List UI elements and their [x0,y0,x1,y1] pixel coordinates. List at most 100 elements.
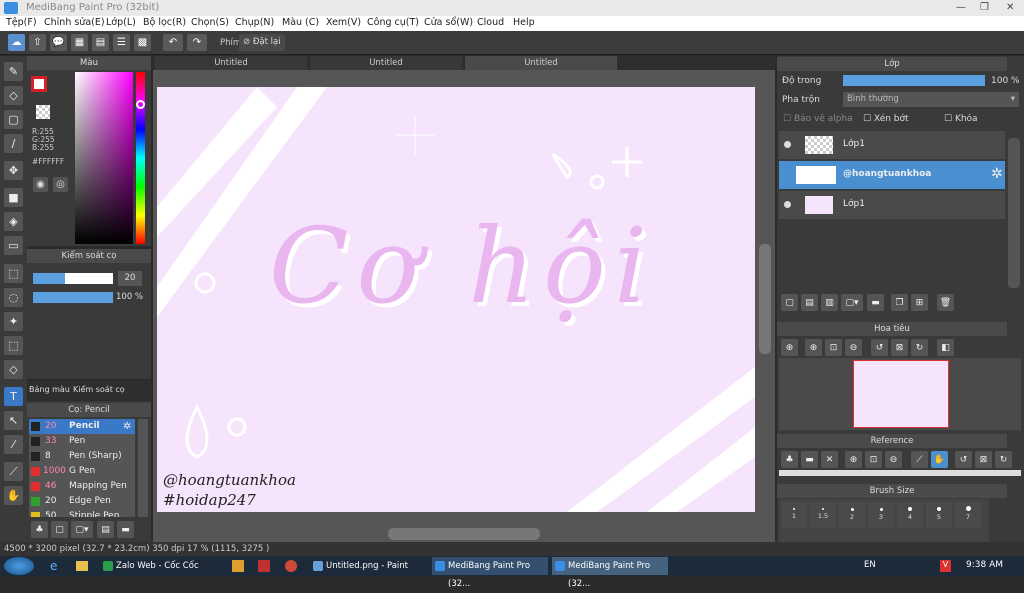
language-indicator[interactable]: EN [864,560,876,570]
reference-close-icon[interactable]: ✕ [821,451,838,468]
brush-size-cell[interactable]: 2 [839,502,865,528]
layer-folder-icon[interactable]: ▬ [867,294,884,311]
undo-icon[interactable]: ↶ [163,34,183,51]
document-icon[interactable]: ▤ [92,34,109,51]
size-value[interactable]: 20 [118,271,142,286]
brush-size-cell[interactable]: 7 [955,502,981,528]
fit-icon[interactable]: ⊡ [825,339,842,356]
add-layer-menu-icon[interactable]: ▢▾ [841,294,863,311]
comment-icon[interactable]: 💬 [50,34,67,51]
brush-size-cell[interactable]: 1.5 [810,502,836,528]
layer-row-selected[interactable]: @hoangtuankhoa ✲ [779,161,1005,189]
menu-select[interactable]: Chọn(S) [191,17,229,28]
brush-item-gpen[interactable]: 1000 G Pen [29,464,135,479]
size-slider[interactable] [33,273,113,284]
menu-window[interactable]: Cửa sổ(W) [424,17,473,28]
eye-icon[interactable] [784,171,791,178]
select-rect-icon[interactable]: ⬚ [4,264,23,283]
palette-icon[interactable]: ◉ [33,177,48,192]
reference-fit-icon[interactable]: ⊡ [865,451,882,468]
hue-marker[interactable] [136,100,145,109]
menu-file[interactable]: Tệp(F) [6,17,37,28]
new-halftone-layer-icon[interactable]: ▤ [801,294,818,311]
lasso-icon[interactable]: ◌ [4,288,23,307]
saturation-box[interactable] [75,72,133,244]
brush-size-cell[interactable]: 3 [868,502,894,528]
protect-alpha-checkbox[interactable]: ☐ Bảo vệ alpha [783,114,853,124]
new-layer-icon[interactable]: ▢ [781,294,798,311]
brush-copy-icon[interactable]: ▤ [97,521,114,538]
start-button[interactable] [4,557,34,575]
rotate-left-icon[interactable]: ↺ [871,339,888,356]
close-icon[interactable]: ✕ [1006,2,1014,13]
list-icon[interactable]: ☰ [113,34,130,51]
brush-size-cell[interactable]: 1 [781,502,807,528]
fill-shape-icon[interactable]: ■ [4,188,23,207]
media-icon[interactable] [232,560,244,572]
open-reference-icon[interactable]: ♣ [781,451,798,468]
reference-eyedropper-icon[interactable]: ⟋ [911,451,928,468]
ie-icon[interactable]: e [50,559,57,573]
layer-row[interactable]: Lớp1 [779,131,1005,159]
hand-tool-icon[interactable]: ✋ [4,486,23,505]
navigator-preview[interactable] [853,360,949,428]
brush-size-cell[interactable]: 4 [897,502,923,528]
layer-row[interactable]: Lớp1 [779,191,1005,219]
brush-item-mapping-pen[interactable]: 46 Mapping Pen [29,479,135,494]
eye-icon[interactable] [784,141,791,148]
menu-view[interactable]: Xem(V) [326,17,361,28]
reference-folder-icon[interactable]: ▬ [801,451,818,468]
magic-wand-icon[interactable]: ✦ [4,312,23,331]
opacity-slider[interactable] [33,292,113,303]
brush-item-stipple-pen[interactable]: 50 Stipple Pen [29,509,135,517]
grid-icon[interactable]: ▦ [71,34,88,51]
eye-icon[interactable] [784,201,791,208]
vertical-scrollbar[interactable] [759,244,771,354]
rotate-right-icon[interactable]: ↻ [911,339,928,356]
drawing-canvas[interactable]: Cơ hội @hoangtuankhoa #hoidap247 [157,87,755,512]
brush-item-pencil[interactable]: 20 Pencil ✲ [29,419,135,434]
gradient-tool-icon[interactable]: ▭ [4,236,23,255]
merge-layer-icon[interactable]: ⊞ [911,294,928,311]
transparent-color[interactable] [36,105,50,119]
gear-icon[interactable]: ✲ [991,166,1003,182]
taskbar-zalo[interactable]: Zalo Web - Cốc Cốc [100,557,224,575]
select-pen-icon[interactable]: ⬚ [4,336,23,355]
menu-capture[interactable]: Chụp(N) [235,17,274,28]
tab-brush-control[interactable]: Kiểm soát cọ [73,385,125,394]
horizontal-scrollbar[interactable] [388,528,540,540]
dot-tool-icon[interactable]: ▢ [4,110,23,129]
new-brush-icon[interactable]: ▢ [51,521,68,538]
layer-opacity-slider[interactable] [843,75,985,86]
reference-rotate-left-icon[interactable]: ↺ [955,451,972,468]
zoom-in-icon[interactable]: ⊕ [781,339,798,356]
eraser-tool-icon[interactable]: ◇ [4,86,23,105]
actual-size-icon[interactable]: ⊠ [891,339,908,356]
brush-list-scrollbar[interactable] [138,419,148,517]
menu-cloud[interactable]: Cloud [477,17,504,28]
reset-button[interactable]: ⊘ Đặt lại [239,34,285,51]
select-eraser-icon[interactable]: ◇ [4,360,23,379]
operation-tool-icon[interactable]: ↖ [4,411,23,430]
zoom-in-2-icon[interactable]: ⊕ [805,339,822,356]
reference-zoom-out-icon[interactable]: ⊖ [885,451,902,468]
redo-icon[interactable]: ↷ [187,34,207,51]
menu-filter[interactable]: Bộ lọc(R) [143,17,186,28]
lock-checkbox[interactable]: ☐ Khóa [944,114,978,124]
reference-actual-size-icon[interactable]: ⊠ [975,451,992,468]
brush-tool-icon-2[interactable]: ∕ [4,134,23,153]
move-tool-icon[interactable]: ✥ [4,161,23,180]
zoom-out-icon[interactable]: ⊖ [845,339,862,356]
folder-icon[interactable]: ▬ [117,521,134,538]
palette-settings-icon[interactable]: ◎ [53,177,68,192]
chrome-icon[interactable] [285,560,297,572]
tab-untitled-1[interactable]: Untitled [155,56,307,70]
menu-help[interactable]: Help [513,17,535,28]
divide-tool-icon[interactable]: ⁄ [4,435,23,454]
menu-edit[interactable]: Chỉnh sửa(E) [44,17,105,28]
brush-size-cell[interactable]: 5 [926,502,952,528]
flip-icon[interactable]: ◧ [937,339,954,356]
brush-item-edge-pen[interactable]: 20 Edge Pen [29,494,135,509]
menu-tools[interactable]: Công cụ(T) [367,17,419,28]
new-8bit-layer-icon[interactable]: ▥ [821,294,838,311]
